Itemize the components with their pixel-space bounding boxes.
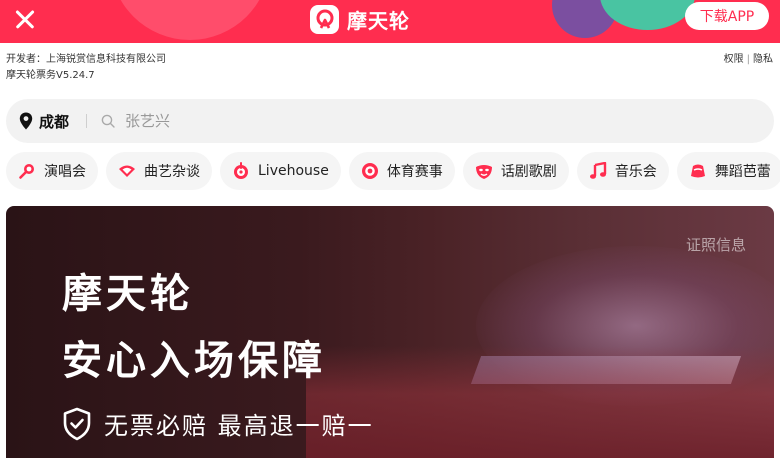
- app-version: 摩天轮票务V5.24.7: [6, 70, 95, 81]
- guarantee-text: 无票必赔 最高退一赔一: [104, 412, 374, 440]
- guarantee: 无票必赔 最高退一赔一: [62, 406, 374, 441]
- legal-links: 权限 | 隐私: [724, 52, 773, 68]
- app-download-banner: 摩天轮 下载APP: [0, 0, 780, 43]
- category-drama[interactable]: 话剧歌剧: [462, 152, 569, 190]
- category-label: 舞蹈芭蕾: [714, 164, 771, 180]
- ballet-shoe-icon: [690, 164, 705, 178]
- decorative-circle: [600, 0, 695, 30]
- category-label: 体育赛事: [386, 164, 443, 180]
- category-label: Livehouse: [258, 163, 329, 179]
- search-icon: [101, 114, 115, 128]
- category-quyi[interactable]: 曲艺杂谈: [106, 152, 212, 190]
- divider: [86, 114, 88, 128]
- search-input[interactable]: [125, 112, 626, 130]
- mask-icon: [475, 165, 492, 179]
- ball-icon: [361, 163, 378, 179]
- license-info-link[interactable]: 证照信息: [686, 234, 746, 255]
- category-label: 演唱会: [44, 164, 86, 180]
- developer-info: 开发者：上海锐赏信息科技有限公司 摩天轮票务V5.24.7: [6, 52, 166, 84]
- permissions-link[interactable]: 权限: [724, 54, 744, 65]
- category-dance[interactable]: 舞蹈芭蕾: [676, 152, 780, 190]
- category-label: 曲艺杂谈: [144, 164, 200, 180]
- brand: 摩天轮: [310, 3, 410, 35]
- livehouse-icon: [234, 162, 248, 179]
- search-bar: 成都: [6, 99, 774, 143]
- microphone-icon: [19, 164, 34, 179]
- fan-icon: [119, 165, 135, 177]
- decorative-circle: [110, 0, 270, 40]
- category-label: 音乐会: [614, 164, 657, 180]
- hero-banner[interactable]: 证照信息 摩天轮 安心入场保障 无票必赔 最高退一赔一: [6, 206, 774, 458]
- hero-subtitle: 安心入场保障: [62, 338, 326, 384]
- developer-name: 开发者：上海锐赏信息科技有限公司: [6, 54, 166, 65]
- shield-check-icon: [63, 407, 91, 440]
- concert-crowd: [306, 346, 774, 458]
- category-sports[interactable]: 体育赛事: [348, 152, 455, 190]
- city-selector[interactable]: 成都: [39, 111, 69, 132]
- category-list: 演唱会 曲艺杂谈 Livehouse 体育赛事 话剧歌剧 音乐会 舞蹈芭蕾: [6, 152, 780, 190]
- hero-title: 摩天轮: [62, 271, 194, 317]
- link-separator: |: [746, 54, 750, 65]
- download-app-button[interactable]: 下载APP: [685, 2, 769, 30]
- category-label: 话剧歌剧: [500, 164, 557, 180]
- music-note-icon: [589, 162, 607, 179]
- brand-name: 摩天轮: [347, 8, 410, 33]
- location-pin-icon[interactable]: [19, 112, 33, 130]
- category-music-concert[interactable]: 音乐会: [576, 152, 669, 190]
- privacy-link[interactable]: 隐私: [753, 54, 773, 65]
- ferris-wheel-logo-icon: [310, 4, 339, 34]
- close-icon[interactable]: [12, 6, 38, 32]
- category-concert[interactable]: 演唱会: [6, 152, 98, 190]
- category-livehouse[interactable]: Livehouse: [220, 152, 341, 190]
